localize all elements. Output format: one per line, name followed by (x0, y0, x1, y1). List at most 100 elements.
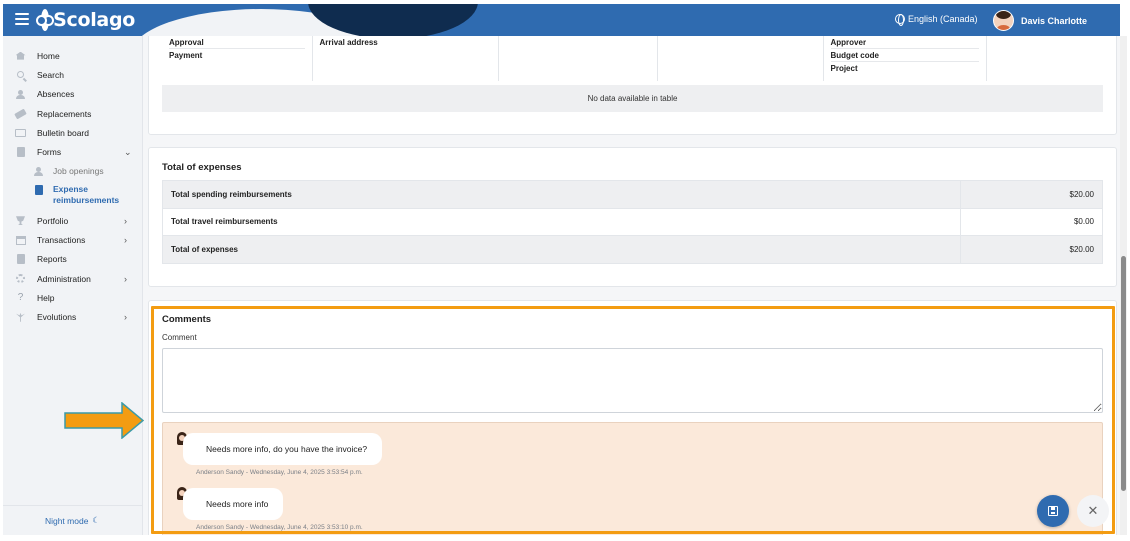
approver-label: Approver (830, 37, 979, 49)
language-selector[interactable]: English (Canada) (895, 14, 978, 26)
chevron-down-icon: ⌄ (124, 146, 132, 157)
chevron-right-icon: › (124, 235, 127, 246)
sidebar-item-label: Help (37, 292, 55, 303)
sidebar-item-search[interactable]: Search (3, 65, 142, 84)
app-name: Scolago (53, 9, 135, 31)
absences-icon (15, 89, 26, 99)
approval-label: Approval (169, 37, 305, 49)
comment-meta: Anderson Sandy - Wednesday, June 4, 2025… (196, 469, 363, 476)
sidebar-item-label: Reports (37, 254, 67, 265)
sidebar-item-label: Home (37, 50, 60, 61)
sidebar: Home Search Absences Replacements Bullet… (3, 36, 143, 535)
sidebar-item-transactions[interactable]: Transactions › (3, 230, 142, 249)
table-row: Total spending reimbursements $20.00 (162, 180, 1103, 209)
details-card: Approval Payment Arrival address Approve… (148, 36, 1117, 135)
sidebar-item-label: Expense reimbursements (53, 184, 120, 206)
sidebar-item-replacements[interactable]: Replacements (3, 104, 142, 123)
sidebar-item-label: Transactions (37, 235, 86, 246)
details-col-1: Approval Payment (162, 36, 312, 81)
bulletin-board-icon (15, 128, 26, 138)
main-content: Approval Payment Arrival address Approve… (143, 36, 1127, 535)
details-table: Approval Payment Arrival address Approve… (162, 36, 1103, 81)
user-avatar (993, 10, 1014, 31)
sidebar-item-label: Job openings (53, 166, 104, 177)
pointer-arrow-icon (64, 402, 144, 439)
details-col-3 (497, 36, 657, 81)
transactions-icon (15, 235, 26, 245)
scrollbar-thumb[interactable] (1121, 256, 1126, 491)
hamburger-menu-icon[interactable] (15, 13, 29, 25)
help-icon: ? (17, 292, 24, 304)
expenses-card: Total of expenses Total spending reimbur… (148, 147, 1117, 287)
details-col-5: Approver Budget code Project (822, 36, 986, 81)
sidebar-item-evolutions[interactable]: Evolutions › (3, 308, 142, 327)
table-row: Total of expenses $20.00 (162, 235, 1103, 264)
top-bar: Scolago English (Canada) Davis Charlotte (3, 4, 1120, 36)
comment-bubble: Needs more info (183, 488, 284, 520)
sidebar-item-expense-reimbursements[interactable]: Expense reimbursements (3, 181, 142, 211)
sidebar-item-absences[interactable]: Absences (3, 85, 142, 104)
home-icon (15, 51, 26, 61)
owl-logo-icon (36, 9, 55, 31)
language-label: English (Canada) (908, 14, 978, 24)
expense-row-amount: $20.00 (960, 180, 1103, 209)
user-name: Davis Charlotte (1021, 15, 1088, 26)
sidebar-item-job-openings[interactable]: Job openings (3, 162, 142, 181)
administration-icon (15, 274, 26, 284)
chevron-right-icon: › (124, 273, 127, 284)
expense-row-amount: $0.00 (960, 207, 1103, 236)
chevron-right-icon: › (124, 215, 127, 226)
details-col-4 (656, 36, 823, 81)
comments-card: Comments Comment Needs more info, do you… (148, 300, 1117, 535)
close-button[interactable]: ✕ (1077, 495, 1109, 527)
arrival-address-label: Arrival address (319, 38, 378, 47)
details-col-6 (985, 36, 1103, 81)
save-button[interactable] (1037, 495, 1069, 527)
app-logo[interactable]: Scolago (36, 4, 135, 36)
sidebar-item-label: Forms (37, 147, 62, 158)
sidebar-item-reports[interactable]: Reports (3, 250, 142, 269)
chevron-right-icon: › (124, 312, 127, 323)
forms-icon (15, 147, 26, 158)
sidebar-item-help[interactable]: ? Help (3, 288, 142, 307)
sidebar-nav: Home Search Absences Replacements Bullet… (3, 36, 142, 327)
comments-title: Comments (162, 314, 212, 325)
sidebar-item-forms[interactable]: Forms ⌄ (3, 142, 142, 161)
expenses-title: Total of expenses (162, 162, 242, 173)
close-icon: ✕ (1087, 503, 1099, 518)
save-icon (1048, 506, 1058, 516)
expense-row-amount: $20.00 (960, 235, 1103, 264)
sidebar-item-portfolio[interactable]: Portfolio › (3, 211, 142, 230)
sidebar-item-label: Bulletin board (37, 127, 89, 138)
table-row: Total travel reimbursements $0.00 (162, 207, 1103, 236)
comment-meta: Anderson Sandy - Wednesday, June 4, 2025… (196, 524, 363, 531)
search-icon (15, 70, 26, 80)
comment-field-label: Comment (162, 333, 197, 342)
sidebar-item-bulletin-board[interactable]: Bulletin board (3, 123, 142, 142)
globe-icon (895, 14, 905, 26)
night-mode-toggle[interactable]: Night mode ☾ (3, 505, 142, 535)
project-label: Project (830, 64, 858, 73)
job-openings-icon (33, 166, 44, 176)
expenses-table: Total spending reimbursements $20.00 Tot… (162, 180, 1103, 264)
sidebar-item-administration[interactable]: Administration › (3, 269, 142, 288)
comment-bubble: Needs more info, do you have the invoice… (183, 433, 383, 465)
night-mode-label: Night mode (44, 515, 89, 526)
user-menu[interactable]: Davis Charlotte (993, 10, 1087, 31)
payment-label: Payment (169, 51, 203, 60)
sidebar-item-home[interactable]: Home (3, 46, 142, 65)
sidebar-item-label: Replacements (37, 108, 92, 119)
evolutions-icon (15, 312, 26, 322)
details-col-2: Arrival address (311, 36, 498, 81)
comment-textarea[interactable] (162, 348, 1103, 413)
sidebar-item-label: Absences (37, 89, 75, 100)
comment-thread: Needs more info, do you have the invoice… (162, 422, 1103, 535)
sidebar-item-label: Administration (37, 273, 91, 284)
expense-row-label: Total of expenses (162, 235, 961, 264)
expense-icon (33, 185, 44, 196)
moon-icon: ☾ (92, 515, 101, 525)
sidebar-item-label: Search (37, 69, 64, 80)
reports-icon (15, 254, 26, 265)
page-scrollbar[interactable] (1120, 36, 1127, 535)
budget-code-label: Budget code (830, 50, 979, 62)
